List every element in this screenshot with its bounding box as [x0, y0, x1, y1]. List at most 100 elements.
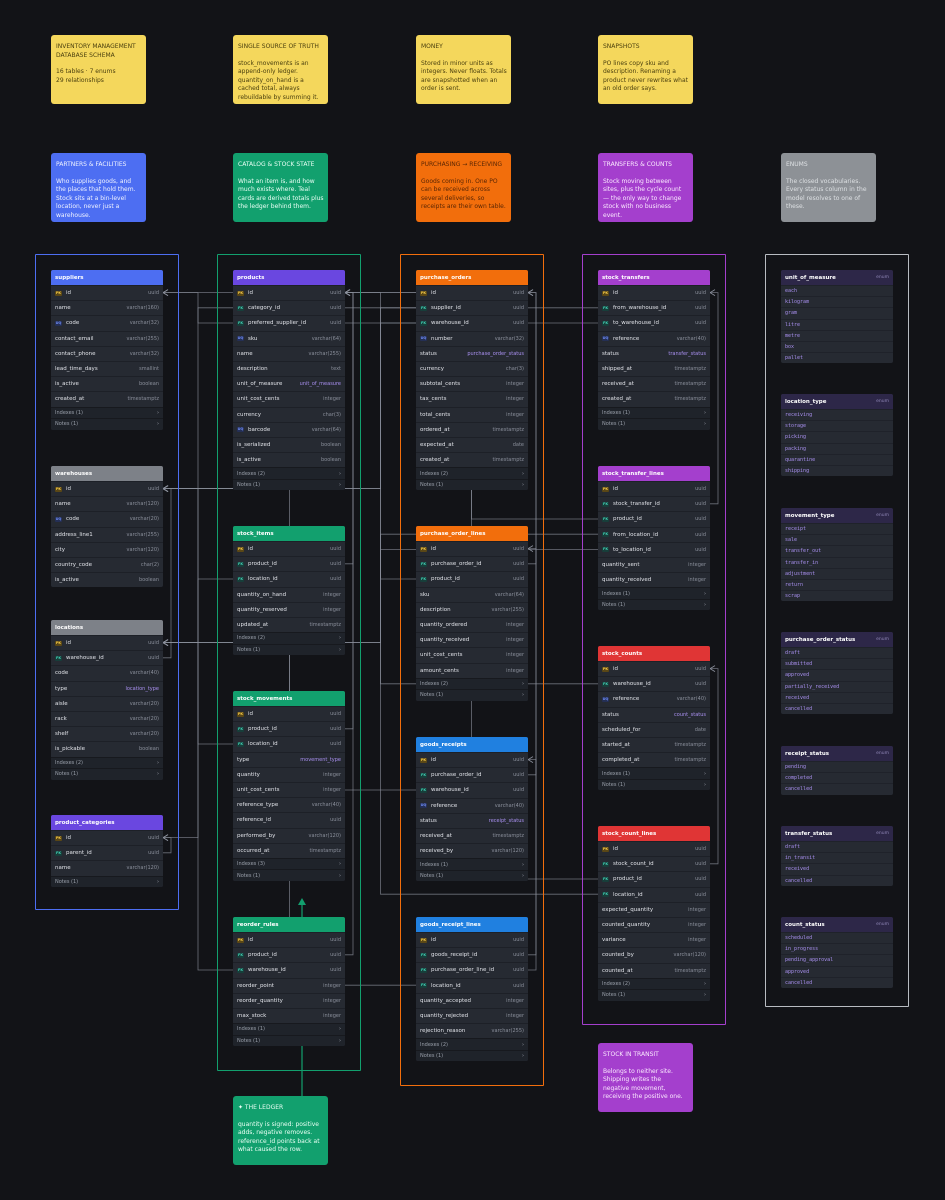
table-row[interactable]: description text	[233, 360, 345, 376]
table-row[interactable]: FK goods_receipt_id uuid	[416, 947, 528, 962]
table-row[interactable]: started_at timestamptz	[598, 736, 710, 752]
indexes-toggle[interactable]: Indexes (2) ›	[598, 977, 710, 990]
table-row[interactable]: quantity_accepted integer	[416, 992, 528, 1008]
notes-toggle[interactable]: Notes (1) ›	[233, 478, 345, 491]
indexes-toggle[interactable]: Indexes (1) ›	[598, 406, 710, 418]
table-row[interactable]: name varchar(120)	[51, 860, 163, 875]
enum-location-type[interactable]: location_type enum receiving storage picking…	[781, 394, 893, 477]
table-row[interactable]: FK stock_transfer_id uuid	[598, 496, 710, 511]
table-row[interactable]: FK location_id uuid	[233, 736, 345, 751]
table-row[interactable]: PK id uuid	[598, 481, 710, 496]
table-row[interactable]: unit_cost_cents integer	[233, 781, 345, 797]
table-row[interactable]: PK id uuid	[416, 285, 528, 300]
table-stock-transfer-lines[interactable]: stock_transfer_lines PK id uuid FK stock_tran…	[598, 466, 710, 611]
table-row[interactable]: UQ reference varchar(40)	[598, 330, 710, 346]
table-row[interactable]: reference_id uuid	[233, 812, 345, 827]
table-row[interactable]: FK product_id uuid	[233, 947, 345, 962]
enum-count-status[interactable]: count_status enum scheduled in_progress pend…	[781, 917, 893, 988]
table-row[interactable]: city varchar(120)	[51, 541, 163, 557]
table-purchase-orders[interactable]: purchase_orders PK id uuid FK supplier_id uuid…	[416, 270, 528, 491]
table-row[interactable]: expected_quantity integer	[598, 901, 710, 917]
table-row[interactable]: unit_cost_cents integer	[233, 391, 345, 406]
table-row[interactable]: PK id uuid	[51, 285, 163, 300]
notes-toggle[interactable]: Notes (1) ›	[51, 875, 163, 888]
table-row[interactable]: is_active boolean	[233, 452, 345, 467]
table-row[interactable]: FK to_location_id uuid	[598, 541, 710, 557]
table-goods-receipts[interactable]: goods_receipts PK id uuid FK purchase_order_i…	[416, 737, 528, 882]
table-row[interactable]: currency char(3)	[416, 360, 528, 376]
table-row[interactable]: FK location_id uuid	[233, 571, 345, 586]
notes-toggle[interactable]: Notes (1) ›	[416, 478, 528, 491]
table-row[interactable]: UQ reference varchar(40)	[416, 797, 528, 813]
table-row[interactable]: received_at timestamptz	[416, 827, 528, 843]
table-stock-count-lines[interactable]: stock_count_lines PK id uuid FK stock_count_i…	[598, 826, 710, 1001]
enum-movement-type[interactable]: movement_type enum receipt sale transfer_out…	[781, 508, 893, 602]
table-row[interactable]: FK parent_id uuid	[51, 845, 163, 860]
notes-toggle[interactable]: Notes (1) ›	[598, 989, 710, 1001]
table-row[interactable]: UQ code varchar(20)	[51, 511, 163, 526]
table-row[interactable]: PK id uuid	[51, 635, 163, 650]
table-row[interactable]: FK product_id uuid	[233, 556, 345, 571]
notes-toggle[interactable]: Notes (1) ›	[598, 418, 710, 430]
table-row[interactable]: PK id uuid	[51, 481, 163, 496]
table-row[interactable]: FK purchase_order_id uuid	[416, 556, 528, 571]
table-row[interactable]: FK preferred_supplier_id uuid	[233, 315, 345, 330]
table-row[interactable]: FK supplier_id uuid	[416, 300, 528, 315]
table-row[interactable]: FK purchase_order_id uuid	[416, 767, 528, 782]
table-row[interactable]: received_by varchar(120)	[416, 843, 528, 858]
table-row[interactable]: FK from_location_id uuid	[598, 526, 710, 542]
table-row[interactable]: quantity_received integer	[598, 572, 710, 587]
enum-transfer-status[interactable]: transfer_status enum draft in_transit receiv…	[781, 826, 893, 886]
notes-toggle[interactable]: Notes (1) ›	[233, 1034, 345, 1047]
table-row[interactable]: variance integer	[598, 932, 710, 947]
notes-toggle[interactable]: Notes (1) ›	[598, 778, 710, 791]
table-row[interactable]: FK warehouse_id uuid	[416, 782, 528, 797]
table-row[interactable]: is_pickable boolean	[51, 741, 163, 756]
table-row[interactable]: received_at timestamptz	[598, 376, 710, 391]
table-row[interactable]: quantity_on_hand integer	[233, 586, 345, 602]
table-row[interactable]: PK id uuid	[598, 661, 710, 676]
table-row[interactable]: unit_cost_cents integer	[416, 647, 528, 662]
table-row[interactable]: PK id uuid	[233, 706, 345, 721]
table-row[interactable]: FK product_id uuid	[598, 511, 710, 526]
table-row[interactable]: lead_time_days smallint	[51, 360, 163, 376]
table-row[interactable]: created_at timestamptz	[598, 391, 710, 406]
notes-toggle[interactable]: Notes (1) ›	[598, 598, 710, 611]
table-row[interactable]: PK id uuid	[416, 541, 528, 556]
enum-purchase-order-status[interactable]: purchase_order_status enum draft submitted a…	[781, 632, 893, 715]
table-row[interactable]: quantity_received integer	[416, 632, 528, 647]
indexes-toggle[interactable]: Indexes (1) ›	[598, 767, 710, 779]
table-row[interactable]: quantity_sent integer	[598, 556, 710, 572]
indexes-toggle[interactable]: Indexes (2) ›	[51, 756, 163, 768]
table-reorder-rules[interactable]: reorder_rules PK id uuid FK product_id uuid FK w…	[233, 917, 345, 1047]
table-row[interactable]: expected_at date	[416, 436, 528, 452]
table-row[interactable]: completed_at timestamptz	[598, 752, 710, 767]
enum-unit-of-measure[interactable]: unit_of_measure enum each kilogram gram litre…	[781, 270, 893, 364]
table-stock-movements[interactable]: stock_movements PK id uuid FK product_id uuid F…	[233, 691, 345, 881]
table-row[interactable]: PK id uuid	[416, 932, 528, 947]
table-row[interactable]: ordered_at timestamptz	[416, 421, 528, 437]
indexes-toggle[interactable]: Indexes (1) ›	[598, 587, 710, 599]
table-row[interactable]: UQ barcode varchar(64)	[233, 421, 345, 437]
table-row[interactable]: FK location_id uuid	[598, 886, 710, 902]
table-row[interactable]: FK product_id uuid	[598, 871, 710, 886]
table-row[interactable]: is_serialized boolean	[233, 436, 345, 452]
table-row[interactable]: PK id uuid	[233, 541, 345, 556]
table-product-categories[interactable]: product_categories PK id uuid FK parent_id uui…	[51, 815, 163, 888]
table-row[interactable]: tax_cents integer	[416, 391, 528, 406]
table-row[interactable]: FK warehouse_id uuid	[416, 315, 528, 330]
table-row[interactable]: name varchar(255)	[233, 345, 345, 361]
table-row[interactable]: reference_type varchar(40)	[233, 797, 345, 812]
table-row[interactable]: UQ code varchar(32)	[51, 315, 163, 330]
table-row[interactable]: PK id uuid	[233, 285, 345, 300]
indexes-toggle[interactable]: Indexes (2) ›	[416, 467, 528, 479]
table-row[interactable]: shipped_at timestamptz	[598, 360, 710, 376]
table-row[interactable]: reorder_point integer	[233, 977, 345, 993]
notes-toggle[interactable]: Notes (1) ›	[51, 418, 163, 430]
table-warehouses[interactable]: warehouses PK id uuid name varchar(120) UQ code…	[51, 466, 163, 588]
table-row[interactable]: FK warehouse_id uuid	[598, 676, 710, 691]
table-row[interactable]: rejection_reason varchar(255)	[416, 1023, 528, 1038]
table-purchase-order-lines[interactable]: purchase_order_lines PK id uuid FK purchase_o…	[416, 526, 528, 701]
table-row[interactable]: FK purchase_order_line_id uuid	[416, 962, 528, 977]
table-row[interactable]: counted_at timestamptz	[598, 962, 710, 978]
